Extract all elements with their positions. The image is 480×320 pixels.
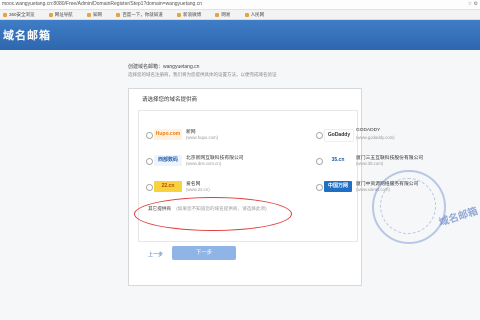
provider-logo: Hupo.com [154, 129, 182, 140]
provider-option[interactable]: 西部数码 北京新网互联科技有限公司 (www.dns.com.cn) [146, 152, 246, 170]
stamp-mark [372, 170, 446, 244]
provider-option[interactable]: GoDaddy GODADDY (www.godaddy.com) [316, 126, 416, 144]
provider-url: (www.godaddy.com) [356, 135, 395, 140]
bookmark-icon [177, 12, 182, 17]
url-text[interactable]: mooc.wangyuetang.cn:8080/Free/Admin/Doma… [0, 1, 202, 7]
bookmark-icon [3, 12, 7, 17]
radio-button[interactable] [316, 184, 323, 191]
radio-button[interactable] [316, 132, 323, 139]
favorite-item[interactable]: 网址导航 [46, 10, 73, 19]
favorite-item[interactable]: 人民网 [242, 10, 264, 19]
provider-name: 厦门三五互联科技股份有限公司 [356, 156, 424, 161]
page-header: 域名邮箱 [0, 20, 480, 50]
provider-name: 北京新网互联科技有限公司 [186, 156, 244, 161]
provider-url: (www.35.com) [356, 161, 384, 166]
provider-name: 新网 [186, 130, 196, 135]
provider-logo: GoDaddy [324, 129, 354, 142]
provider-option[interactable]: Hupo.com 新网 (www.hupo.com) [146, 126, 246, 144]
domain-info-line: 创建域名邮箱：wangyuetang.cn [128, 64, 200, 70]
radio-button[interactable] [146, 132, 153, 139]
domain-info-hint: 选择您的域名注册商，我们将为您提供具体的设置方法，以便完成域名验证 [128, 72, 277, 77]
radio-button[interactable] [146, 158, 153, 165]
provider-name: 爱名网 [186, 182, 201, 187]
radio-button[interactable] [146, 184, 153, 191]
favorite-item[interactable]: 新浪微博 [174, 10, 201, 19]
page-title: 域名邮箱 [3, 30, 51, 42]
address-bar[interactable]: mooc.wangyuetang.cn:8080/Free/Admin/Doma… [0, 0, 480, 10]
panel-title: 请选择您的域名提供商 [142, 97, 198, 103]
provider-option[interactable]: 22.cn 爱名网 (www.22.cn) [146, 178, 246, 196]
favorites-bar: 360安全浏览 网址导航 知网 百度一下，你就知道 新浪微博 网易 人民网 [0, 10, 480, 20]
provider-logo: 中国万网 [324, 181, 352, 192]
provider-option[interactable]: 35.cn 厦门三五互联科技股份有限公司 (www.35.com) [316, 152, 423, 170]
favorite-item[interactable]: 知网 [84, 10, 102, 19]
favorite-item[interactable]: 百度一下，你就知道 [113, 10, 163, 19]
provider-logo: 22.cn [154, 181, 182, 192]
annotation-circle [134, 197, 292, 231]
provider-logo: 35.cn [324, 155, 352, 166]
provider-url: (www.22.cn) [186, 187, 210, 192]
provider-logo: 西部数码 [154, 155, 182, 166]
bookmark-icon [215, 12, 220, 17]
provider-name: GODADDY [356, 128, 381, 133]
bookmark-icon [87, 12, 92, 17]
domain-info: 创建域名邮箱：wangyuetang.cn 选择您的域名注册商，我们将为您提供具… [128, 64, 277, 78]
favorite-item[interactable]: 网易 [212, 10, 230, 19]
next-step-button[interactable]: 下一步 [172, 246, 236, 260]
provider-url: (www.dns.com.cn) [186, 161, 222, 166]
radio-button[interactable] [316, 158, 323, 165]
browser-tools-icon[interactable]: ☆ ⚙ [468, 0, 478, 9]
previous-step-link[interactable]: 上一步 [148, 251, 163, 258]
favorite-item[interactable]: 360安全浏览 [0, 10, 35, 19]
provider-url: (www.hupo.com) [186, 135, 218, 140]
bookmark-icon [48, 12, 53, 17]
bookmark-icon [244, 12, 249, 17]
bookmark-icon [116, 12, 121, 17]
